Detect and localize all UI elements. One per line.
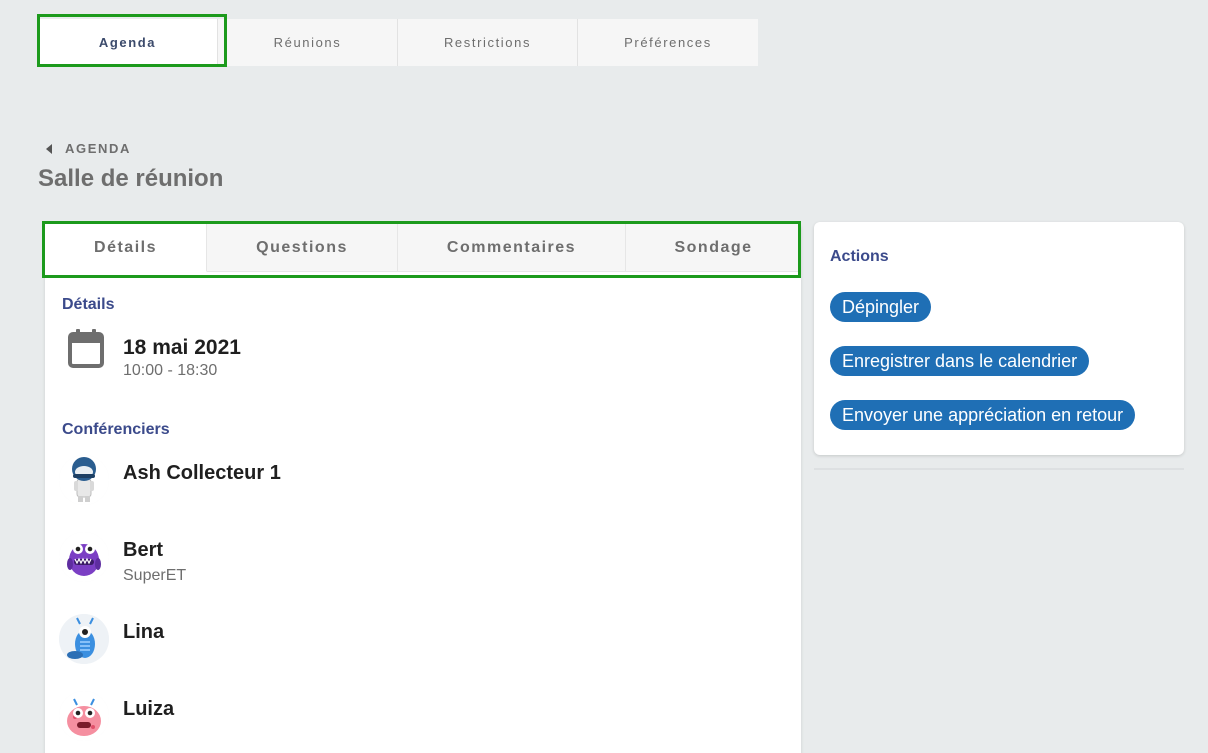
speaker-item[interactable]: Bert SuperET — [59, 532, 759, 588]
tab-restrictions[interactable]: Restrictions — [398, 19, 578, 66]
speaker-name: Bert — [123, 539, 164, 561]
actions-title: Actions — [830, 248, 889, 265]
session-date: 18 mai 2021 — [123, 336, 241, 359]
speaker-item[interactable]: Ash Collecteur 1 — [59, 455, 759, 511]
top-nav-tabs: Agenda Réunions Restrictions Préférences — [38, 19, 758, 66]
speakers-section-title: Conférenciers — [62, 421, 170, 438]
session-time: 10:00 - 18:30 — [123, 362, 218, 379]
send-feedback-button[interactable]: Envoyer une appréciation en retour — [830, 400, 1136, 430]
actions-card: Actions Dépingler Enregistrer dans le ca… — [814, 222, 1184, 455]
tab-details[interactable]: Détails — [45, 224, 207, 272]
tab-preferences[interactable]: Préférences — [578, 19, 758, 66]
breadcrumb-back[interactable]: AGENDA — [46, 141, 131, 156]
speaker-item[interactable]: Lina — [59, 614, 759, 670]
tab-commentaires[interactable]: Commentaires — [398, 224, 626, 272]
caret-left-icon — [46, 143, 52, 154]
tab-sondage[interactable]: Sondage — [626, 224, 801, 272]
astronaut-avatar — [59, 455, 109, 505]
speaker-name: Lina — [123, 621, 165, 643]
speaker-name: Ash Collecteur 1 — [123, 462, 281, 484]
speaker-subtitle: SuperET — [123, 567, 187, 584]
page-title: Salle de réunion — [38, 165, 224, 192]
speaker-item[interactable]: Luiza — [59, 691, 759, 747]
blue-monster-avatar — [59, 614, 109, 664]
sidebar-divider — [814, 468, 1184, 470]
session-details-card: Détails Questions Commentaires Sondage D… — [45, 224, 801, 753]
tab-questions[interactable]: Questions — [207, 224, 398, 272]
breadcrumb-label: AGENDA — [65, 141, 131, 156]
speaker-name: Luiza — [123, 698, 175, 720]
tab-reunions[interactable]: Réunions — [218, 19, 398, 66]
unpin-button[interactable]: Dépingler — [830, 292, 932, 322]
save-to-calendar-button[interactable]: Enregistrer dans le calendrier — [830, 346, 1090, 376]
session-tabs: Détails Questions Commentaires Sondage — [45, 224, 801, 272]
pink-monster-avatar — [59, 691, 109, 741]
tab-agenda[interactable]: Agenda — [38, 19, 218, 66]
purple-monster-avatar — [59, 532, 109, 582]
calendar-icon — [67, 327, 105, 374]
details-section-title: Détails — [62, 296, 115, 313]
